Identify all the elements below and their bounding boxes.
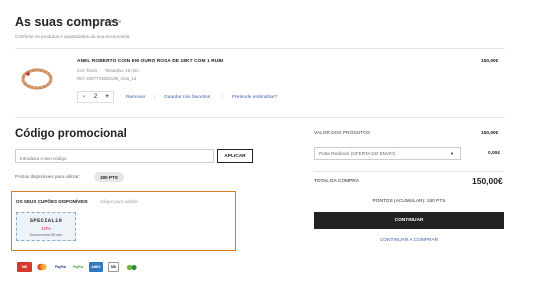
divider [15, 117, 505, 118]
product-image[interactable] [18, 62, 56, 94]
products-value-label: VALOR DOS PRODUTOS [314, 131, 371, 136]
remove-link[interactable]: Remover [126, 95, 145, 100]
ring-icon [21, 68, 53, 90]
points-accumulated: PONTOS (ACUMULAR): 150 PTS [372, 199, 446, 204]
product-ref: Ref: 8497774825139_rosa_13 [77, 76, 137, 81]
amex-icon: AMEX [89, 262, 103, 272]
coupon-minimum: Encomenda 0€ min [29, 232, 63, 237]
shipping-option: Porta Redicom (OFERTA DO ENVIO) [319, 151, 396, 156]
separator: | [222, 95, 224, 100]
cofidis-icon [125, 262, 139, 272]
paypal-small-icon: PayPal [72, 265, 84, 269]
coupon-card[interactable]: SPECIAL10 10% Encomenda 0€ min [16, 212, 76, 241]
product-count: 1 Produtos [97, 19, 122, 25]
product-attributes: Cor: Rosa Tamanho: 15 mm [77, 68, 139, 73]
separator: | [154, 95, 156, 100]
coupons-title: OS SEUS CUPÕES DISPONÍVEIS [16, 199, 88, 204]
shipping-value: 0,00€ [488, 151, 501, 156]
quantity-increase-button[interactable]: + [101, 94, 113, 100]
shipping-select[interactable]: Porta Redicom (OFERTA DO ENVIO) ▼ [314, 147, 461, 160]
promo-title: Código promocional [15, 128, 127, 140]
coupon-code: SPECIAL10 [29, 216, 63, 224]
page-subtitle: Confirme os produtos e quantidades da su… [15, 34, 130, 39]
apply-button[interactable]: APLICAR [217, 149, 253, 163]
mbway-icon: MB [108, 262, 119, 272]
total-value: 150,00€ [472, 176, 503, 186]
coupon-discount: 10% [41, 225, 51, 231]
coupons-hint: Clique para utilizar [100, 199, 139, 204]
caret-down-icon: ▼ [450, 151, 454, 156]
product-name[interactable]: ANEL ROBERTO COIN EM OURO ROSA DE 18KT C… [77, 59, 223, 64]
quantity-value[interactable]: 2 [90, 94, 102, 100]
product-color: Cor: Rosa [77, 68, 97, 73]
promo-code-input[interactable] [15, 149, 214, 163]
divider [314, 171, 504, 172]
total-label: TOTAL DA COMPRA [314, 179, 359, 184]
gift-wrap-link[interactable]: Pretende embrulhar? [232, 95, 277, 100]
divider [15, 48, 505, 49]
product-price: 150,00€ [481, 59, 499, 64]
continue-button[interactable]: CONTINUAR [314, 212, 504, 229]
quantity-stepper: - 2 + [77, 91, 114, 103]
save-favorites-link[interactable]: Guardar nos favoritos [164, 95, 210, 100]
mastercard-icon [37, 262, 47, 272]
product-size: Tamanho: 15 mm [104, 68, 139, 73]
multibanco-icon: MB [17, 262, 32, 272]
products-value: 150,00€ [481, 131, 499, 136]
continue-shopping-link[interactable]: CONTINUAR A COMPRAR [314, 238, 504, 243]
quantity-decrease-button[interactable]: - [78, 94, 90, 100]
points-badge: 300 PTS [94, 172, 124, 182]
paypal-icon: PayPal [54, 265, 67, 269]
points-label: Pontos disponíveis para utilizar: [15, 174, 80, 179]
